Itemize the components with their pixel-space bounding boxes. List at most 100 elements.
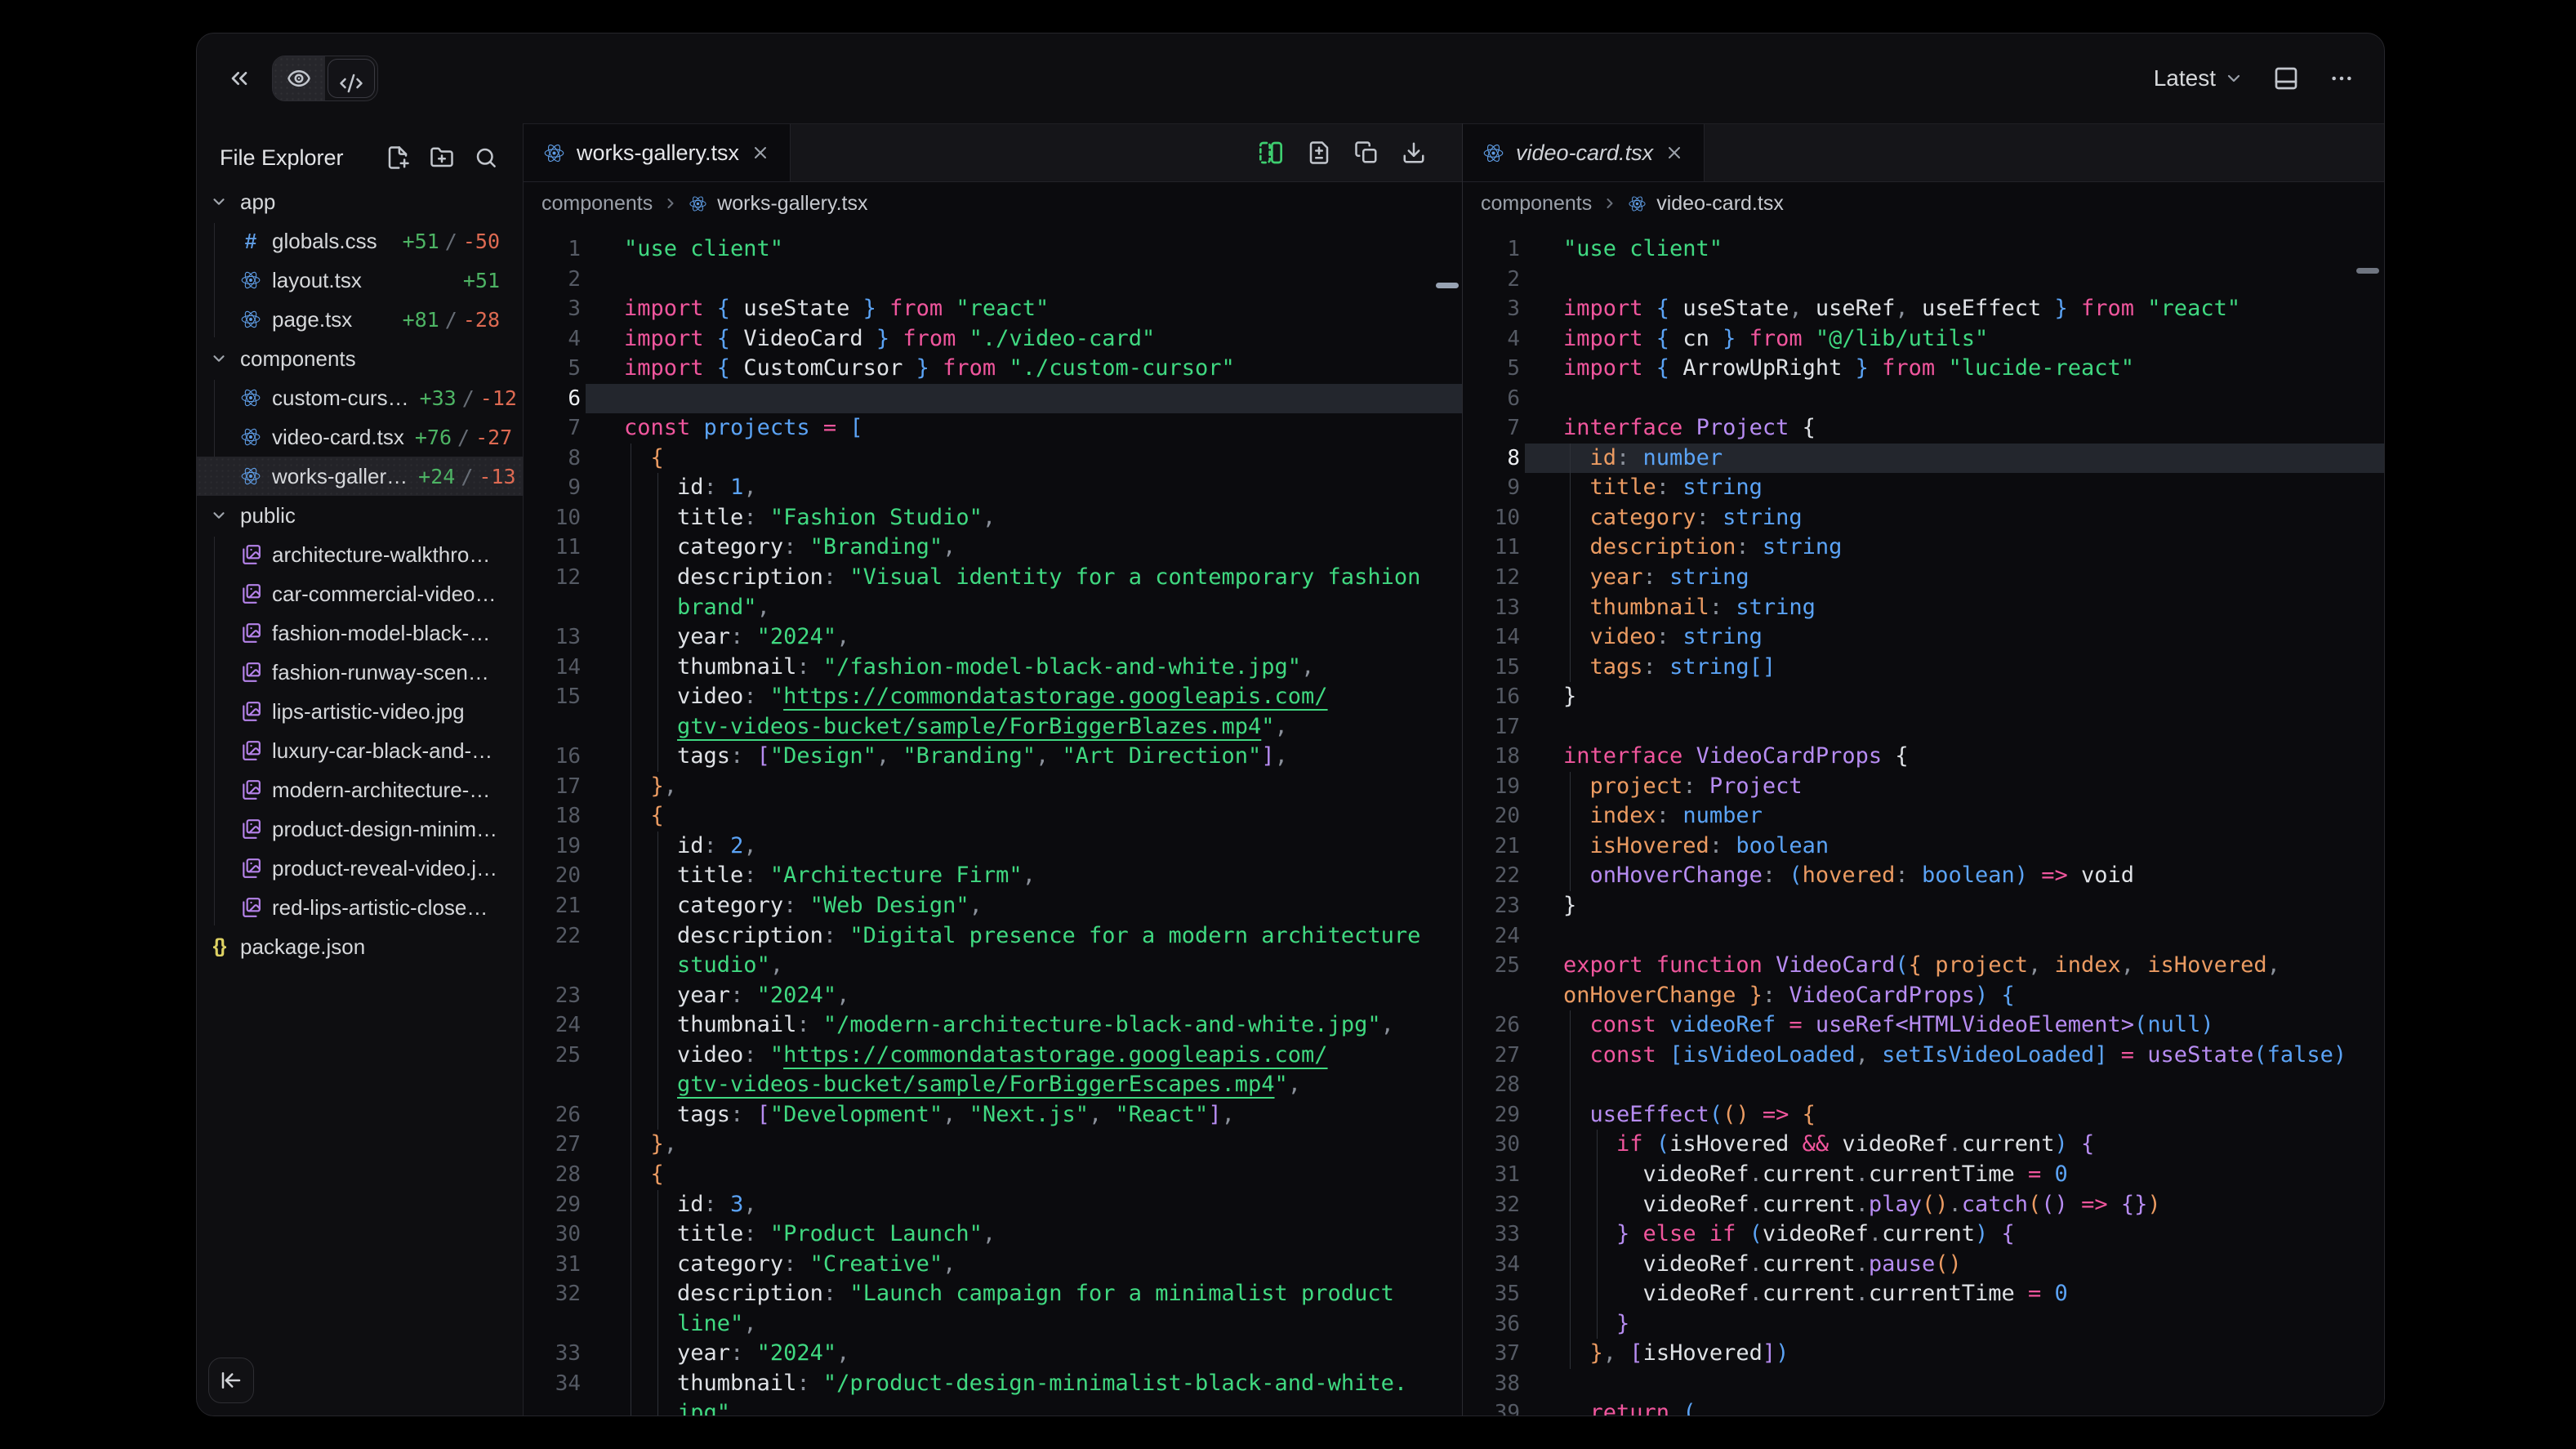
code-line[interactable]: 18interface VideoCardProps { (1463, 742, 2384, 772)
folder-row[interactable]: public (197, 496, 523, 535)
file-row[interactable]: lips-artistic-video.jpg (197, 692, 523, 731)
code-line[interactable]: 32 description: "Launch campaign for a m… (524, 1279, 1462, 1309)
code-line[interactable]: 34 thumbnail: "/product-design-minimalis… (524, 1369, 1462, 1399)
folder-row[interactable]: components (197, 339, 523, 378)
code-line[interactable]: 27 const [isVideoLoaded, setIsVideoLoade… (1463, 1041, 2384, 1071)
code-line[interactable]: 10 title: "Fashion Studio", (524, 503, 1462, 533)
code-line[interactable]: 1"use client" (524, 234, 1462, 265)
editor-2-code[interactable]: 1"use client"23import { useState, useRef… (1463, 225, 2384, 1416)
code-line[interactable]: 28 (1463, 1070, 2384, 1100)
collapse-sidebar-button[interactable] (208, 1358, 254, 1403)
code-line[interactable]: gtv-videos-bucket/sample/ForBiggerBlazes… (524, 712, 1462, 742)
file-row[interactable]: #globals.css+51/-50 (197, 221, 523, 261)
file-row[interactable]: architecture-walkthro… (197, 535, 523, 574)
code-line[interactable]: 2 (524, 265, 1462, 295)
code-line[interactable]: 38 (1463, 1369, 2384, 1399)
close-tab-button[interactable] (751, 143, 770, 163)
file-row[interactable]: works-galler…+24/-13 (197, 457, 523, 496)
code-line[interactable]: 32 videoRef.current.play().catch(() => {… (1463, 1190, 2384, 1220)
code-line[interactable]: 5import { CustomCursor } from "./custom-… (524, 354, 1462, 384)
file-row[interactable]: product-design-minim… (197, 809, 523, 849)
breadcrumb-file[interactable]: video-card.tsx (1656, 192, 1784, 216)
search-files-button[interactable] (474, 145, 498, 170)
file-row[interactable]: custom-curs…+33/-12 (197, 378, 523, 417)
code-line[interactable]: 23} (1463, 891, 2384, 921)
code-line[interactable]: 3import { useState, useRef, useEffect } … (1463, 294, 2384, 324)
code-line[interactable]: 29 id: 3, (524, 1190, 1462, 1220)
code-line[interactable]: brand", (524, 593, 1462, 623)
file-row[interactable]: page.tsx+81/-28 (197, 300, 523, 339)
new-folder-button[interactable] (430, 145, 454, 170)
code-line[interactable]: 11 description: string (1463, 533, 2384, 563)
tab-video-card[interactable]: video-card.tsx (1463, 124, 1705, 181)
code-line[interactable]: 13 thumbnail: string (1463, 593, 2384, 623)
code-line[interactable]: 1"use client" (1463, 234, 2384, 265)
download-button[interactable] (1402, 140, 1426, 165)
code-line[interactable]: 11 category: "Branding", (524, 533, 1462, 563)
code-line[interactable]: 10 category: string (1463, 503, 2384, 533)
code-line[interactable]: 37 }, [isHovered]) (1463, 1339, 2384, 1369)
code-line[interactable]: 35 videoRef.current.currentTime = 0 (1463, 1279, 2384, 1309)
code-line[interactable]: 8 id: number (1463, 444, 2384, 474)
breadcrumb-file[interactable]: works-gallery.tsx (717, 192, 867, 216)
code-line[interactable]: 12 year: string (1463, 563, 2384, 593)
code-line[interactable]: 21 category: "Web Design", (524, 891, 1462, 921)
file-row[interactable]: fashion-model-black-… (197, 613, 523, 653)
code-line[interactable]: onHoverChange }: VideoCardProps) { (1463, 981, 2384, 1011)
code-line[interactable]: 4import { VideoCard } from "./video-card… (524, 324, 1462, 354)
new-file-button[interactable] (386, 145, 410, 170)
code-line[interactable]: 15 tags: string[] (1463, 653, 2384, 683)
file-row[interactable]: luxury-car-black-and-… (197, 731, 523, 770)
panel-layout-button[interactable] (2273, 65, 2299, 91)
code-line[interactable]: 2 (1463, 265, 2384, 295)
code-line[interactable]: 14 video: string (1463, 622, 2384, 653)
code-line[interactable]: 3import { useState } from "react" (524, 294, 1462, 324)
close-tab-button[interactable] (1665, 143, 1684, 163)
code-line[interactable]: 22 onHoverChange: (hovered: boolean) => … (1463, 861, 2384, 891)
code-line[interactable]: 39 return ( (1463, 1398, 2384, 1416)
code-line[interactable]: 17 }, (524, 772, 1462, 802)
code-line[interactable]: 19 project: Project (1463, 772, 2384, 802)
code-line[interactable]: 28 { (524, 1160, 1462, 1190)
folder-row[interactable]: app (197, 182, 523, 221)
code-line[interactable]: 7interface Project { (1463, 413, 2384, 444)
file-row[interactable]: red-lips-artistic-close… (197, 888, 523, 927)
file-row[interactable]: {}package.json (197, 927, 523, 966)
code-line[interactable]: 19 id: 2, (524, 832, 1462, 862)
code-line[interactable]: gtv-videos-bucket/sample/ForBiggerEscape… (524, 1070, 1462, 1100)
code-line[interactable]: 30 if (isHovered && videoRef.current) { (1463, 1130, 2384, 1160)
version-dropdown[interactable]: Latest (2154, 65, 2244, 91)
code-line[interactable]: 16 tags: ["Design", "Branding", "Art Dir… (524, 742, 1462, 772)
code-line[interactable]: 33 year: "2024", (524, 1339, 1462, 1369)
code-line[interactable]: 33 } else if (videoRef.current) { (1463, 1219, 2384, 1250)
code-line[interactable]: 4import { cn } from "@/lib/utils" (1463, 324, 2384, 354)
code-line[interactable]: 15 video: "https://commondatastorage.goo… (524, 682, 1462, 712)
code-line[interactable]: 22 description: "Digital presence for a … (524, 921, 1462, 952)
file-row[interactable]: car-commercial-video… (197, 574, 523, 613)
split-view-button[interactable] (1258, 140, 1284, 166)
code-line[interactable]: 26 const videoRef = useRef<HTMLVideoElem… (1463, 1010, 2384, 1041)
code-line[interactable]: line", (524, 1309, 1462, 1340)
editor-1-code[interactable]: 1"use client"23import { useState } from … (524, 225, 1462, 1416)
code-line[interactable]: 6 (524, 384, 1462, 414)
breadcrumb-dir[interactable]: components (541, 192, 653, 216)
code-line[interactable]: 9 id: 1, (524, 473, 1462, 503)
code-line[interactable]: 8 { (524, 444, 1462, 474)
file-diff-button[interactable] (1307, 140, 1331, 165)
file-row[interactable]: layout.tsx+51 (197, 261, 523, 300)
code-line[interactable]: jpg", (524, 1398, 1462, 1416)
code-line[interactable]: 13 year: "2024", (524, 622, 1462, 653)
code-line[interactable]: 23 year: "2024", (524, 981, 1462, 1011)
code-line[interactable]: 29 useEffect(() => { (1463, 1100, 2384, 1130)
file-row[interactable]: modern-architecture-… (197, 770, 523, 809)
tab-works-gallery[interactable]: works-gallery.tsx (524, 124, 791, 181)
more-options-button[interactable] (2329, 65, 2355, 91)
file-row[interactable]: fashion-runway-scen… (197, 653, 523, 692)
code-line[interactable]: 17 (1463, 712, 2384, 742)
code-toggle-button[interactable] (328, 59, 375, 98)
code-line[interactable]: 30 title: "Product Launch", (524, 1219, 1462, 1250)
code-line[interactable]: 21 isHovered: boolean (1463, 832, 2384, 862)
code-line[interactable]: 20 title: "Architecture Firm", (524, 861, 1462, 891)
code-line[interactable]: 31 videoRef.current.currentTime = 0 (1463, 1160, 2384, 1190)
code-line[interactable]: 27 }, (524, 1130, 1462, 1160)
